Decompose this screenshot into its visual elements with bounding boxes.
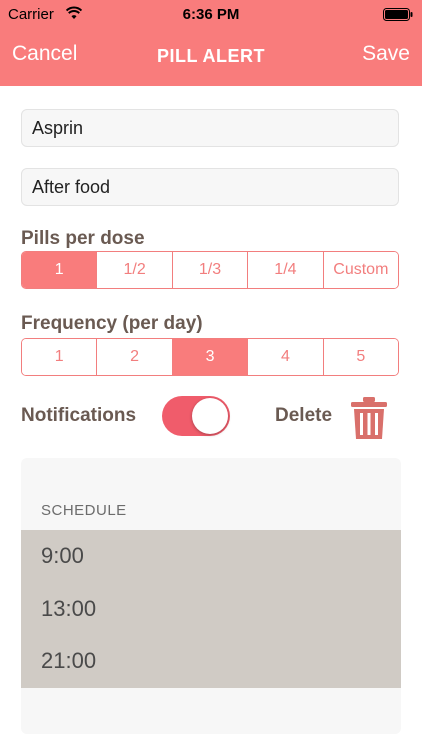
- status-bar: Carrier 6:36 PM: [0, 0, 422, 30]
- pill-name-field[interactable]: Asprin: [21, 109, 399, 147]
- frequency-option-4[interactable]: 4: [248, 339, 324, 375]
- frequency-option-5[interactable]: 5: [323, 339, 398, 375]
- schedule-panel: SCHEDULE 9:00 13:00 21:00: [21, 458, 401, 734]
- battery-icon: [383, 8, 413, 21]
- frequency-option-1[interactable]: 1: [22, 339, 98, 375]
- schedule-time-item[interactable]: 21:00: [21, 635, 401, 688]
- frequency-option-2[interactable]: 2: [97, 339, 173, 375]
- dose-option-third[interactable]: 1/3: [172, 252, 249, 288]
- header-bar: Carrier 6:36 PM Cancel PILL ALERT Save: [0, 0, 422, 86]
- notifications-label: Notifications: [21, 405, 137, 426]
- frequency-label: Frequency (per day): [21, 313, 203, 334]
- delete-button[interactable]: Delete: [275, 405, 332, 427]
- navigation-bar: Cancel PILL ALERT Save: [0, 40, 422, 74]
- dose-option-1[interactable]: 1: [22, 252, 98, 288]
- frequency-option-3[interactable]: 3: [172, 339, 249, 375]
- dose-option-half[interactable]: 1/2: [97, 252, 173, 288]
- pills-per-dose-label: Pills per dose: [21, 228, 145, 249]
- instructions-field[interactable]: After food: [21, 168, 399, 206]
- schedule-list: 9:00 13:00 21:00: [21, 530, 401, 688]
- toggle-knob: [192, 398, 228, 434]
- schedule-header: SCHEDULE: [41, 502, 127, 519]
- page-title: PILL ALERT: [157, 46, 265, 66]
- save-button[interactable]: Save: [362, 42, 410, 66]
- trash-icon[interactable]: [350, 396, 388, 440]
- frequency-control: 1 2 3 4 5: [21, 338, 399, 376]
- dose-option-custom[interactable]: Custom: [323, 252, 398, 288]
- notifications-toggle[interactable]: [162, 396, 230, 436]
- status-time: 6:36 PM: [182, 6, 240, 23]
- schedule-time-item[interactable]: 13:00: [21, 583, 401, 636]
- schedule-time-item[interactable]: 9:00: [21, 530, 401, 583]
- dose-option-quarter[interactable]: 1/4: [248, 252, 324, 288]
- pills-per-dose-control: 1 1/2 1/3 1/4 Custom: [21, 251, 399, 289]
